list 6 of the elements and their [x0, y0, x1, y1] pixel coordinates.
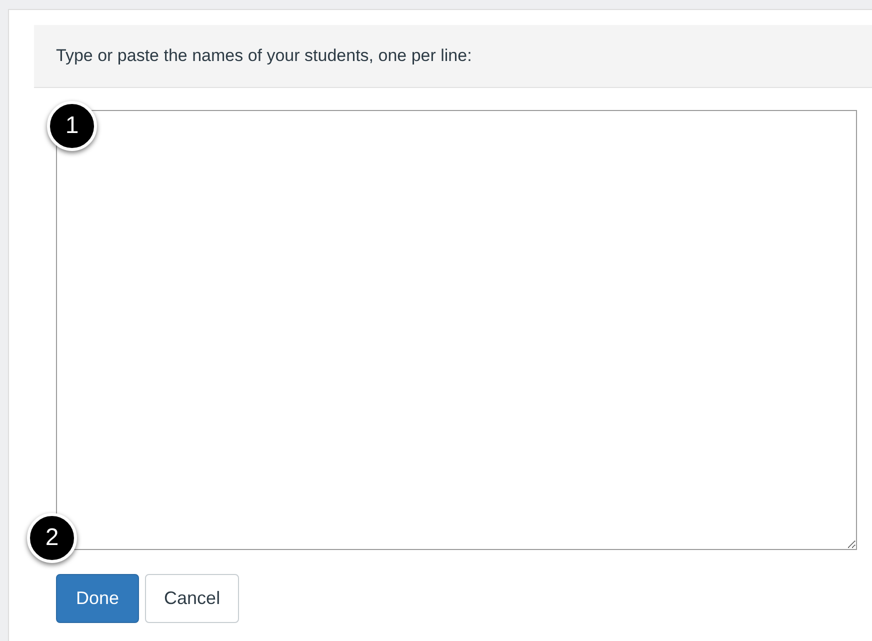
done-button[interactable]: Done: [56, 574, 140, 623]
prompt-text: Type or paste the names of your students, one per line:: [56, 45, 472, 68]
callout-badge: 1: [47, 101, 97, 151]
cancel-button[interactable]: Cancel: [145, 574, 240, 623]
names-textarea[interactable]: [56, 110, 857, 550]
callout-badge: 2: [27, 513, 77, 563]
